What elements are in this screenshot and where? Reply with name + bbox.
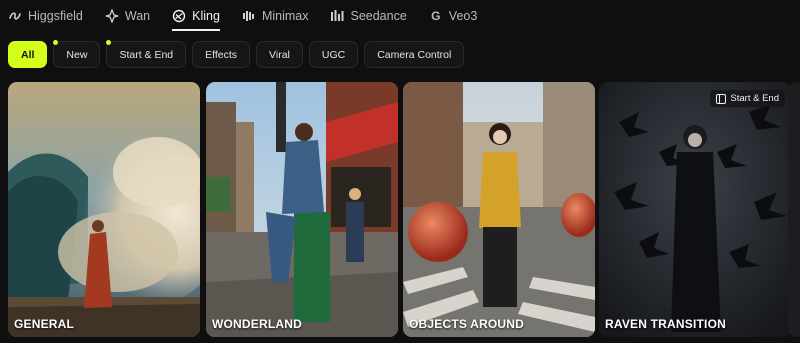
effect-card-general[interactable]: GENERAL bbox=[8, 82, 200, 337]
tab-veo3[interactable]: G Veo3 bbox=[429, 0, 478, 31]
card-title: RAVEN TRANSITION bbox=[605, 317, 726, 331]
wan-icon bbox=[105, 8, 119, 23]
tab-higgsfield[interactable]: Higgsfield bbox=[8, 0, 83, 31]
card-title: OBJECTS AROUND bbox=[409, 317, 525, 331]
model-tabs: Higgsfield Wan Kling Minimax Seedance G … bbox=[0, 0, 800, 31]
filter-viral[interactable]: Viral bbox=[256, 41, 303, 68]
card-title: GENERAL bbox=[14, 317, 75, 331]
tab-label: Seedance bbox=[350, 8, 407, 23]
kling-icon bbox=[172, 9, 186, 22]
filter-label: Start & End bbox=[119, 48, 174, 61]
filter-all[interactable]: All bbox=[8, 41, 48, 68]
card-thumbnail-image bbox=[206, 82, 398, 337]
tab-kling[interactable]: Kling bbox=[172, 0, 220, 31]
filter-label: UGC bbox=[321, 48, 346, 61]
tab-wan[interactable]: Wan bbox=[105, 0, 150, 31]
tab-seedance[interactable]: Seedance bbox=[330, 0, 407, 31]
seedance-icon bbox=[331, 9, 344, 21]
filter-new[interactable]: New bbox=[53, 40, 101, 68]
effect-card-objects-around[interactable]: OBJECTS AROUND bbox=[403, 82, 595, 337]
start-end-badge: Start & End bbox=[710, 90, 785, 107]
next-card-peek[interactable] bbox=[788, 82, 800, 337]
tab-label: Higgsfield bbox=[28, 8, 83, 23]
effect-card-wonderland[interactable]: WONDERLAND bbox=[206, 82, 398, 337]
new-indicator-dot bbox=[106, 40, 112, 45]
higgsfield-icon bbox=[9, 11, 21, 20]
filter-ugc[interactable]: UGC bbox=[308, 41, 359, 68]
tab-label: Minimax bbox=[261, 8, 309, 23]
badge-label: Start & End bbox=[730, 93, 779, 104]
filter-label: Effects bbox=[205, 48, 238, 61]
filter-start-end[interactable]: Start & End bbox=[106, 40, 187, 68]
card-thumbnail-image bbox=[8, 82, 200, 337]
card-title: WONDERLAND bbox=[212, 317, 302, 331]
filter-label: Camera Control bbox=[377, 48, 452, 61]
tab-label: Veo3 bbox=[448, 8, 478, 23]
filter-label: All bbox=[21, 48, 35, 61]
effect-card-raven-transition[interactable]: Start & End RAVEN TRANSITION bbox=[599, 82, 791, 337]
veo3-icon: G bbox=[431, 8, 441, 23]
tab-label: Kling bbox=[192, 8, 220, 23]
new-indicator-dot bbox=[53, 40, 59, 45]
card-thumbnail-image bbox=[599, 82, 791, 337]
filter-effects[interactable]: Effects bbox=[192, 41, 251, 68]
tab-minimax[interactable]: Minimax bbox=[242, 0, 309, 31]
filter-label: New bbox=[66, 48, 88, 61]
filter-bar: All New Start & End Effects Viral UGC Ca… bbox=[8, 40, 465, 68]
tab-label: Wan bbox=[124, 8, 151, 23]
minimax-icon bbox=[242, 10, 254, 21]
filter-label: Viral bbox=[269, 48, 290, 61]
effect-card-grid: GENERAL WONDERLAND OBJECTS AROUND Start … bbox=[8, 82, 800, 343]
filter-camera-control[interactable]: Camera Control bbox=[364, 41, 465, 68]
card-thumbnail-image bbox=[403, 82, 595, 337]
frames-icon bbox=[716, 93, 727, 104]
